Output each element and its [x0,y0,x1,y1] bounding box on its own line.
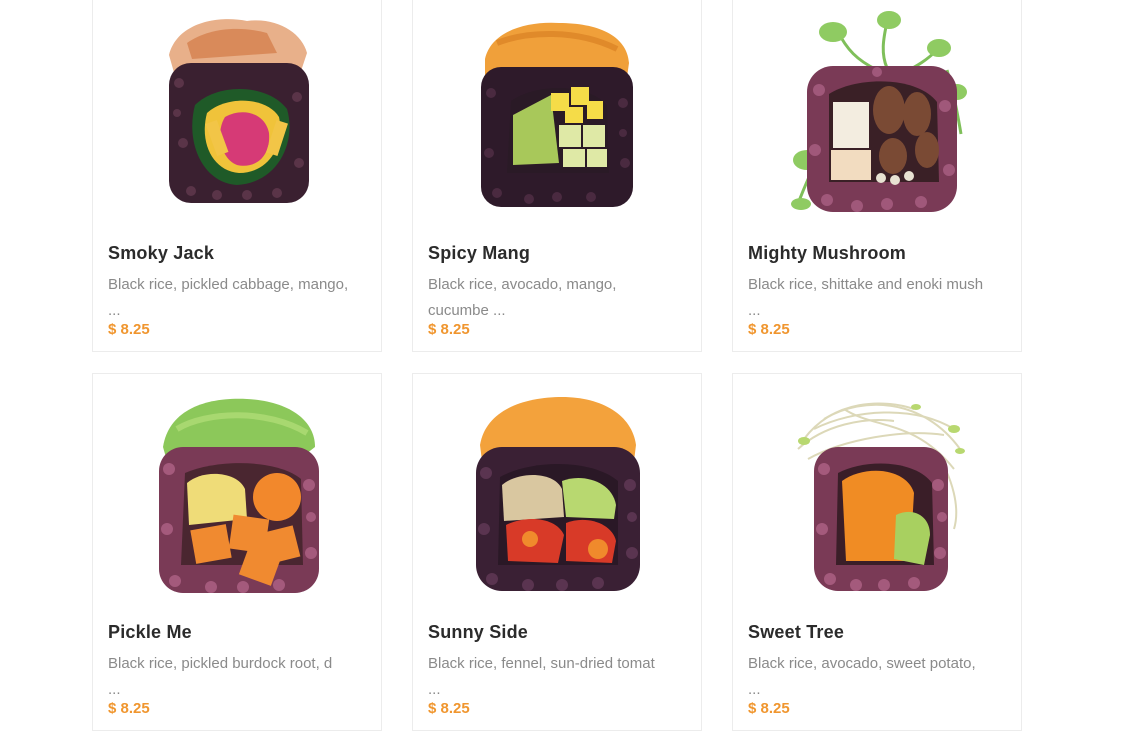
pickle-me-sushi-icon [159,398,319,593]
sweet-tree-image[interactable] [733,374,1021,610]
spicy-mang-image[interactable] [413,0,701,231]
item-title: Sweet Tree [748,622,845,642]
sunny-side-sushi-icon [476,397,640,591]
description-line: Black rice, pickled burdock root, d [108,655,333,672]
item-description: Black rice, avocado, sweet potato, ... [748,651,1010,703]
description-line: Black rice, avocado, sweet potato, [748,655,976,672]
item-price: $ 8.25 [428,321,470,338]
item-title: Smoky Jack [108,243,215,263]
menu-card-spicy-mang[interactable]: Spicy Mang Black rice, avocado, mango, c… [412,0,702,352]
item-price: $ 8.25 [108,321,150,338]
menu-grid: Smoky Jack Black rice, pickled cabbage, … [92,0,1022,731]
description-line: Black rice, fennel, sun-dried tomat [428,655,655,672]
item-description: Black rice, pickled burdock root, d ... [108,651,370,703]
item-price: $ 8.25 [748,700,790,717]
item-title: Pickle Me [108,622,192,642]
sweet-tree-sushi-icon [797,402,965,591]
description-line: Black rice, shittake and enoki mush [748,276,984,293]
menu-card-sweet-tree[interactable]: Sweet Tree Black rice, avocado, sweet po… [732,373,1022,731]
item-price: $ 8.25 [108,700,150,717]
menu-card-pickle-me[interactable]: Pickle Me Black rice, pickled burdock ro… [92,373,382,731]
smoky-jack-sushi-icon [169,19,309,203]
item-title: Mighty Mushroom [748,243,906,263]
item-description: Black rice, avocado, mango, cucumbe ... [428,272,690,324]
item-description: Black rice, pickled cabbage, mango, ... [108,272,370,324]
item-description: Black rice, fennel, sun-dried tomat ... [428,651,690,703]
pickle-me-image[interactable] [93,374,381,610]
spicy-mang-sushi-icon [481,22,633,207]
item-price: $ 8.25 [428,700,470,717]
mighty-mushroom-image[interactable] [733,0,1021,231]
sunny-side-image[interactable] [413,374,701,610]
mighty-mushroom-sushi-icon [791,11,967,212]
menu-card-mighty-mushroom[interactable]: Mighty Mushroom Black rice, shittake and… [732,0,1022,352]
item-title: Sunny Side [428,622,529,642]
smoky-jack-image[interactable] [93,0,381,231]
menu-card-smoky-jack[interactable]: Smoky Jack Black rice, pickled cabbage, … [92,0,382,352]
description-line: Black rice, avocado, mango, [428,276,617,293]
item-title: Spicy Mang [428,243,531,263]
item-description: Black rice, shittake and enoki mush ... [748,272,1010,324]
description-line: Black rice, pickled cabbage, mango, [108,276,349,293]
item-price: $ 8.25 [748,321,790,338]
menu-card-sunny-side[interactable]: Sunny Side Black rice, fennel, sun-dried… [412,373,702,731]
